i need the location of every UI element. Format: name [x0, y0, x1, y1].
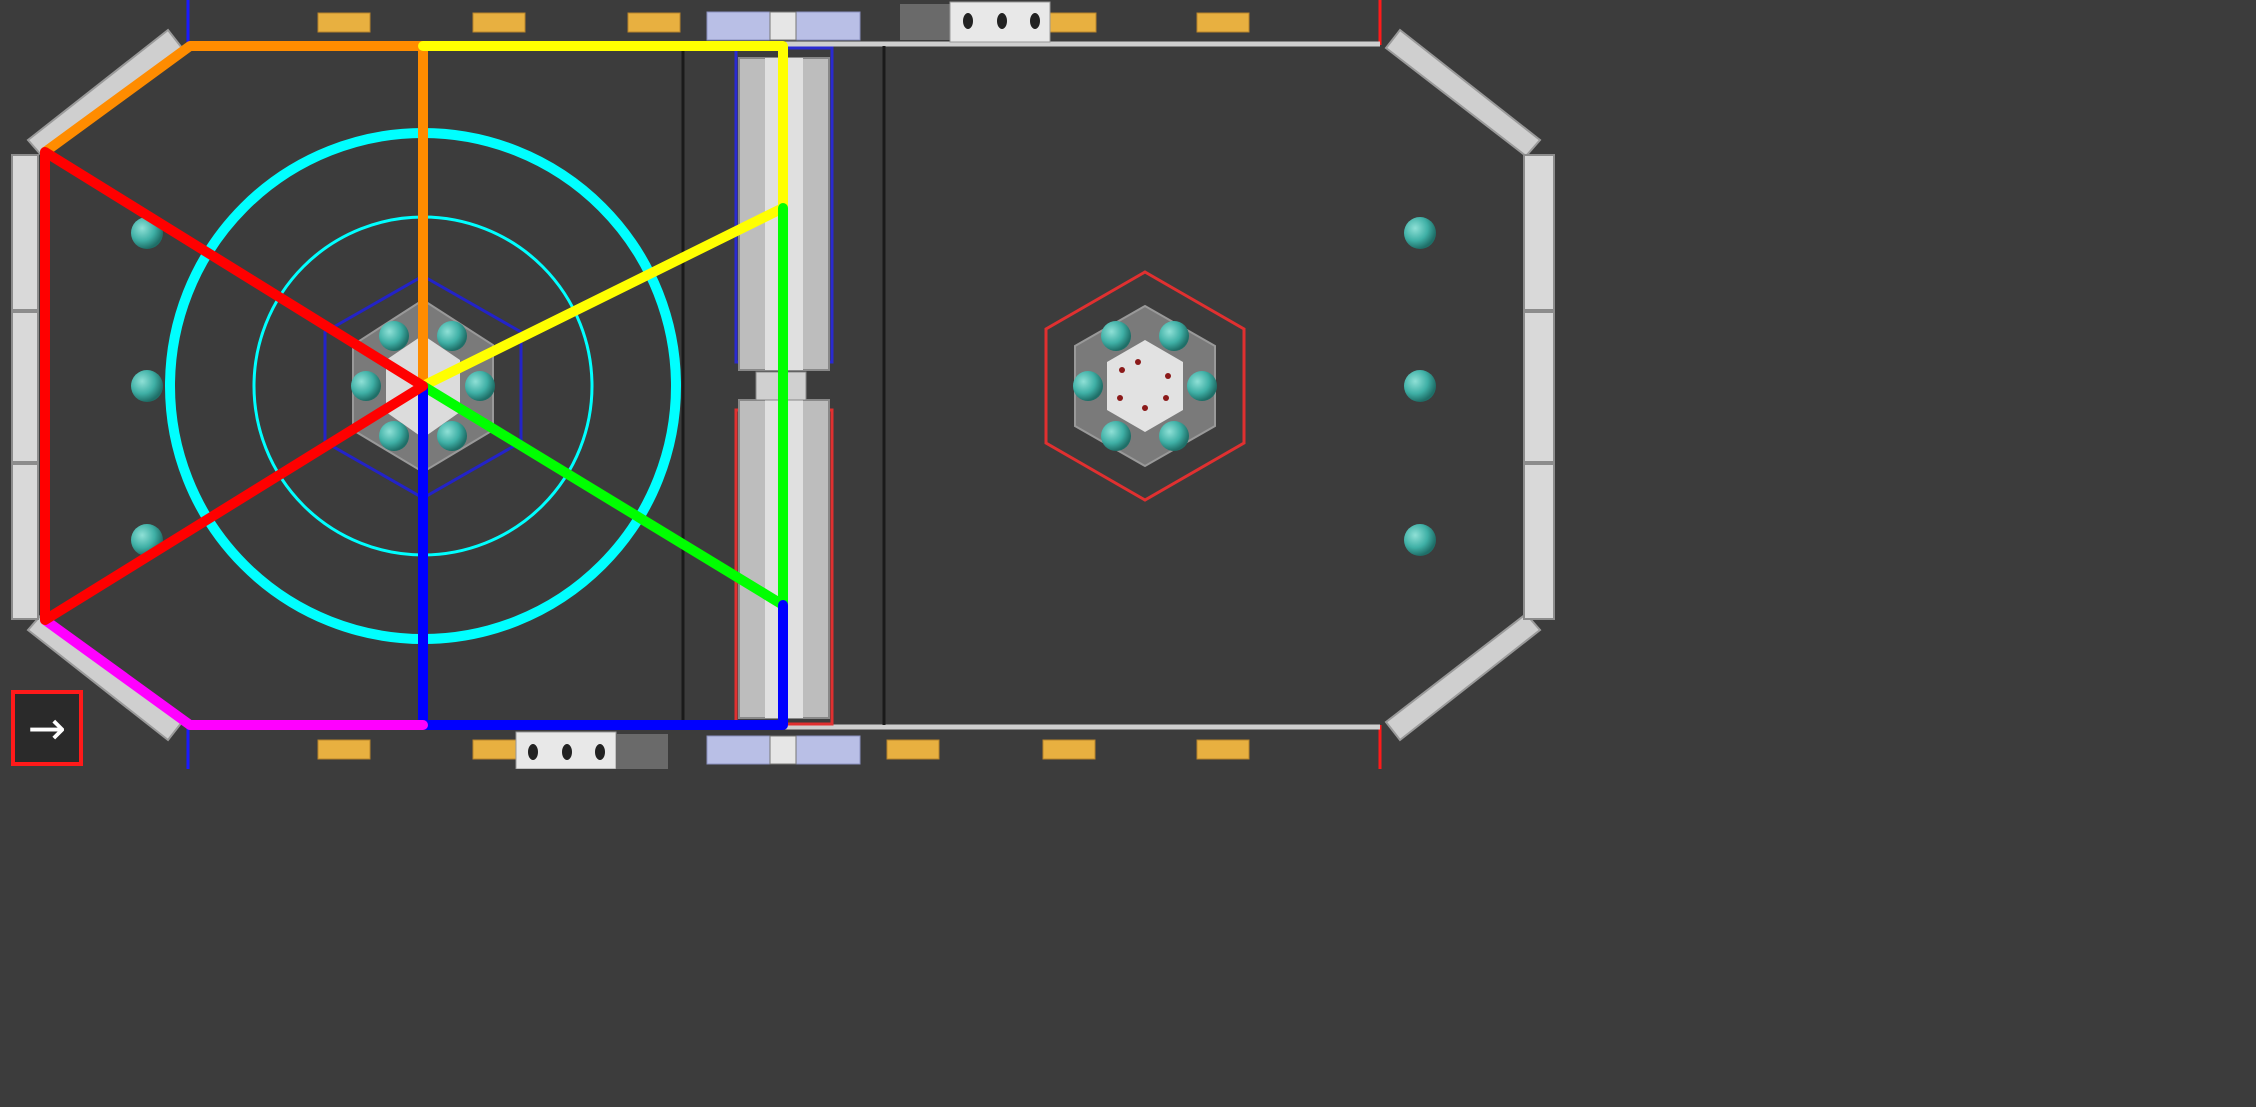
game-field	[0, 0, 1568, 769]
exit-button[interactable]: →	[11, 690, 83, 766]
right-arrow-icon: →	[27, 701, 67, 755]
